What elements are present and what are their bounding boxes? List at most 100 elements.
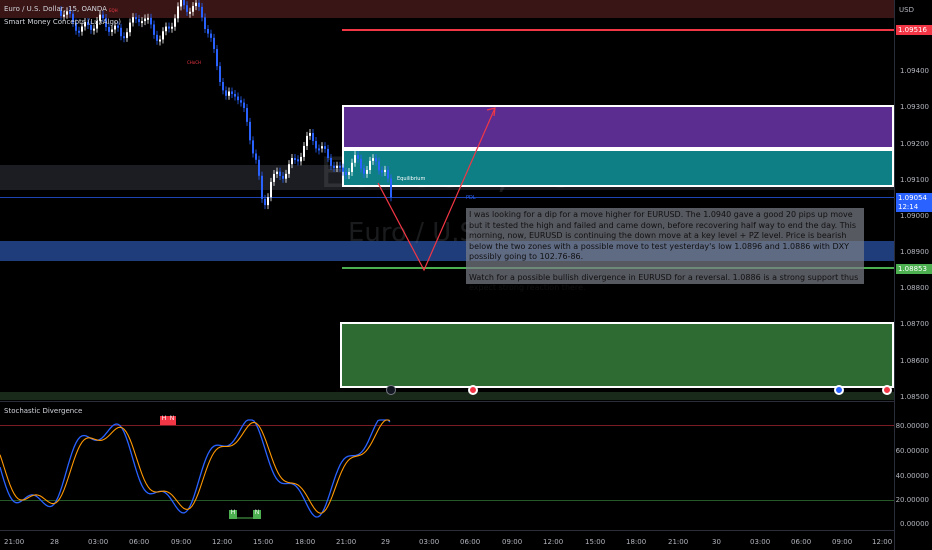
candle-body [63,14,65,17]
candle-body [114,25,116,30]
candle-body [342,167,344,172]
candle-body [153,24,155,35]
candle-body [387,169,389,179]
green-level-tag: 1.08853 [896,264,932,274]
candle-body [324,146,326,149]
red-level-tag: 1.09516 [896,25,932,35]
price-label: 1.08500 [900,393,929,401]
main-chart-pane[interactable]: EURUSD, 15 Euro / U.S. Equilibrium PDL C… [0,0,894,402]
oscillator-pane[interactable]: Stochastic Divergence H N H N [0,402,894,530]
candle-body [174,18,176,27]
time-label: 09:00 [502,538,523,546]
candle-body [330,157,332,166]
candle-body [156,34,158,41]
candle-body [144,18,146,22]
candle-body [315,141,317,149]
candle-body [228,91,230,96]
price-label: 1.09200 [900,140,929,148]
time-axis[interactable]: 21:00 28 03:00 06:00 09:00 12:00 15:00 1… [0,530,894,550]
candle-body [138,19,140,23]
candle-body [339,165,341,168]
time-label: 12:00 [543,538,564,546]
time-label: 12:00 [872,538,893,546]
time-label: 06:00 [460,538,481,546]
candle-body [141,21,143,24]
price-label: 1.09300 [900,103,929,111]
candle-body [312,133,314,142]
candle-body [303,145,305,157]
candle-body [159,39,161,42]
candle-body [216,48,218,67]
bullish-marker-n: N [253,510,261,519]
earnings-icon[interactable] [834,385,844,395]
price-label: 1.08800 [900,284,929,292]
time-label: 15:00 [253,538,274,546]
equilibrium-label: Equilibrium [397,176,426,182]
candle-body [333,165,335,168]
pdl-label: PDL [466,195,476,201]
candle-body [189,11,191,14]
analysis-note[interactable]: I was looking for a dip for a move highe… [466,208,864,292]
candle-body [291,158,293,165]
candle-body [162,31,164,40]
candle-body [351,162,353,172]
candle-body [234,93,236,97]
price-label: 1.09400 [900,67,929,75]
time-label: 18:00 [295,538,316,546]
bearish-marker-n: N [168,416,176,425]
earnings-icon[interactable] [468,385,478,395]
candle-body [255,153,257,160]
bearish-marker-h: H [160,416,168,425]
candle-body [246,108,248,122]
candle-body [267,197,269,206]
osc-label: 60.00000 [895,447,929,455]
price-label: 1.08900 [900,248,929,256]
candle-body [354,155,356,163]
candle-body [108,26,110,32]
candle-body [375,158,377,162]
candle-body [261,175,263,199]
price-label: 1.08700 [900,320,929,328]
osc-label: 0.00000 [900,520,929,528]
indicator-name[interactable]: Smart Money Concepts (LuxAlgo) [4,18,121,26]
candle-body [78,30,80,33]
candle-body [171,26,173,29]
candle-body [297,159,299,162]
candle-body [390,178,392,198]
candle-body [201,6,203,18]
candle-body [123,36,125,39]
candle-body [249,121,251,141]
candle-body [258,159,260,176]
candle-body [366,169,368,174]
candle-body [348,171,350,175]
countdown-tag: 12:14 [896,202,932,212]
price-axis[interactable]: USD 1.09400 1.09300 1.09200 1.09100 1.09… [894,0,932,550]
candle-body [177,6,179,19]
time-label: 03:00 [750,538,771,546]
candle-body [306,135,308,146]
candle-body [213,37,215,49]
earnings-icon[interactable] [882,385,892,395]
candle-body [384,169,386,173]
note-paragraph-2: Watch for a possible bullish divergence … [469,272,859,293]
candle-body [279,171,281,176]
choch-label: CHoCH [187,60,202,65]
candle-body [357,155,359,159]
price-label: 1.09000 [900,212,929,220]
flag-icon[interactable] [386,385,396,395]
eqh-label: EQH [109,8,118,13]
time-label: 21:00 [336,538,357,546]
time-label: 03:00 [88,538,109,546]
time-label: 15:00 [585,538,606,546]
candle-body [129,22,131,33]
candle-body [288,164,290,174]
candle-body [81,26,83,32]
symbol-title[interactable]: Euro / U.S. Dollar, 15, OANDA [4,5,107,13]
candle-body [378,161,380,171]
bullish-marker-h: H [229,510,237,519]
candle-body [225,90,227,96]
candle-body [219,66,221,82]
candle-body [183,0,185,6]
time-label: 21:00 [668,538,689,546]
time-label: 28 [50,538,59,546]
